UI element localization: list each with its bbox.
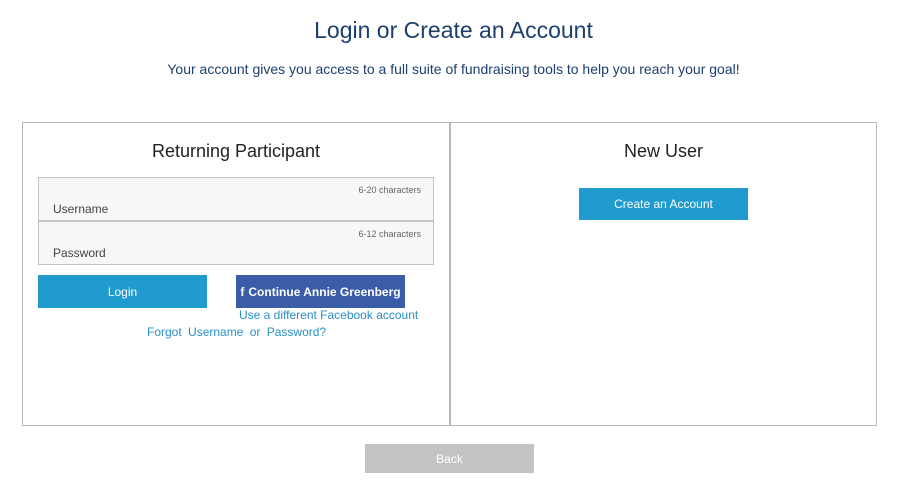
facebook-button-label: Continue Annie Greenberg [248,284,401,299]
username-field: 6-20 characters [38,177,434,221]
login-panels: Returning Participant 6-20 characters 6-… [22,122,877,426]
continue-with-facebook-button[interactable]: f Continue Annie Greenberg [236,275,405,308]
returning-participant-heading: Returning Participant [151,141,321,161]
new-user-heading: New User [623,141,703,161]
username-input[interactable] [39,178,433,220]
forgot-prefix: Forgot [147,325,182,339]
create-account-button[interactable]: Create an Account [579,188,748,220]
page-title: Login or Create an Account [314,17,593,43]
different-facebook-account-link[interactable]: Use a different Facebook account [239,308,418,322]
forgot-username-link[interactable]: Username [188,325,243,339]
password-field: 6-12 characters [38,221,434,265]
password-input[interactable] [39,222,433,264]
forgot-or-text: or [249,325,261,339]
page-subtitle: Your account gives you access to a full … [167,61,740,77]
login-button[interactable]: Login [38,275,207,308]
new-user-panel: New User Create an Account [451,123,876,425]
forgot-password-link[interactable]: Password? [267,325,326,339]
forgot-credentials-row: Forgot Username or Password? [147,325,326,339]
back-button[interactable]: Back [365,444,534,473]
returning-participant-panel: Returning Participant 6-20 characters 6-… [23,123,451,425]
facebook-f-icon: f [240,284,245,299]
